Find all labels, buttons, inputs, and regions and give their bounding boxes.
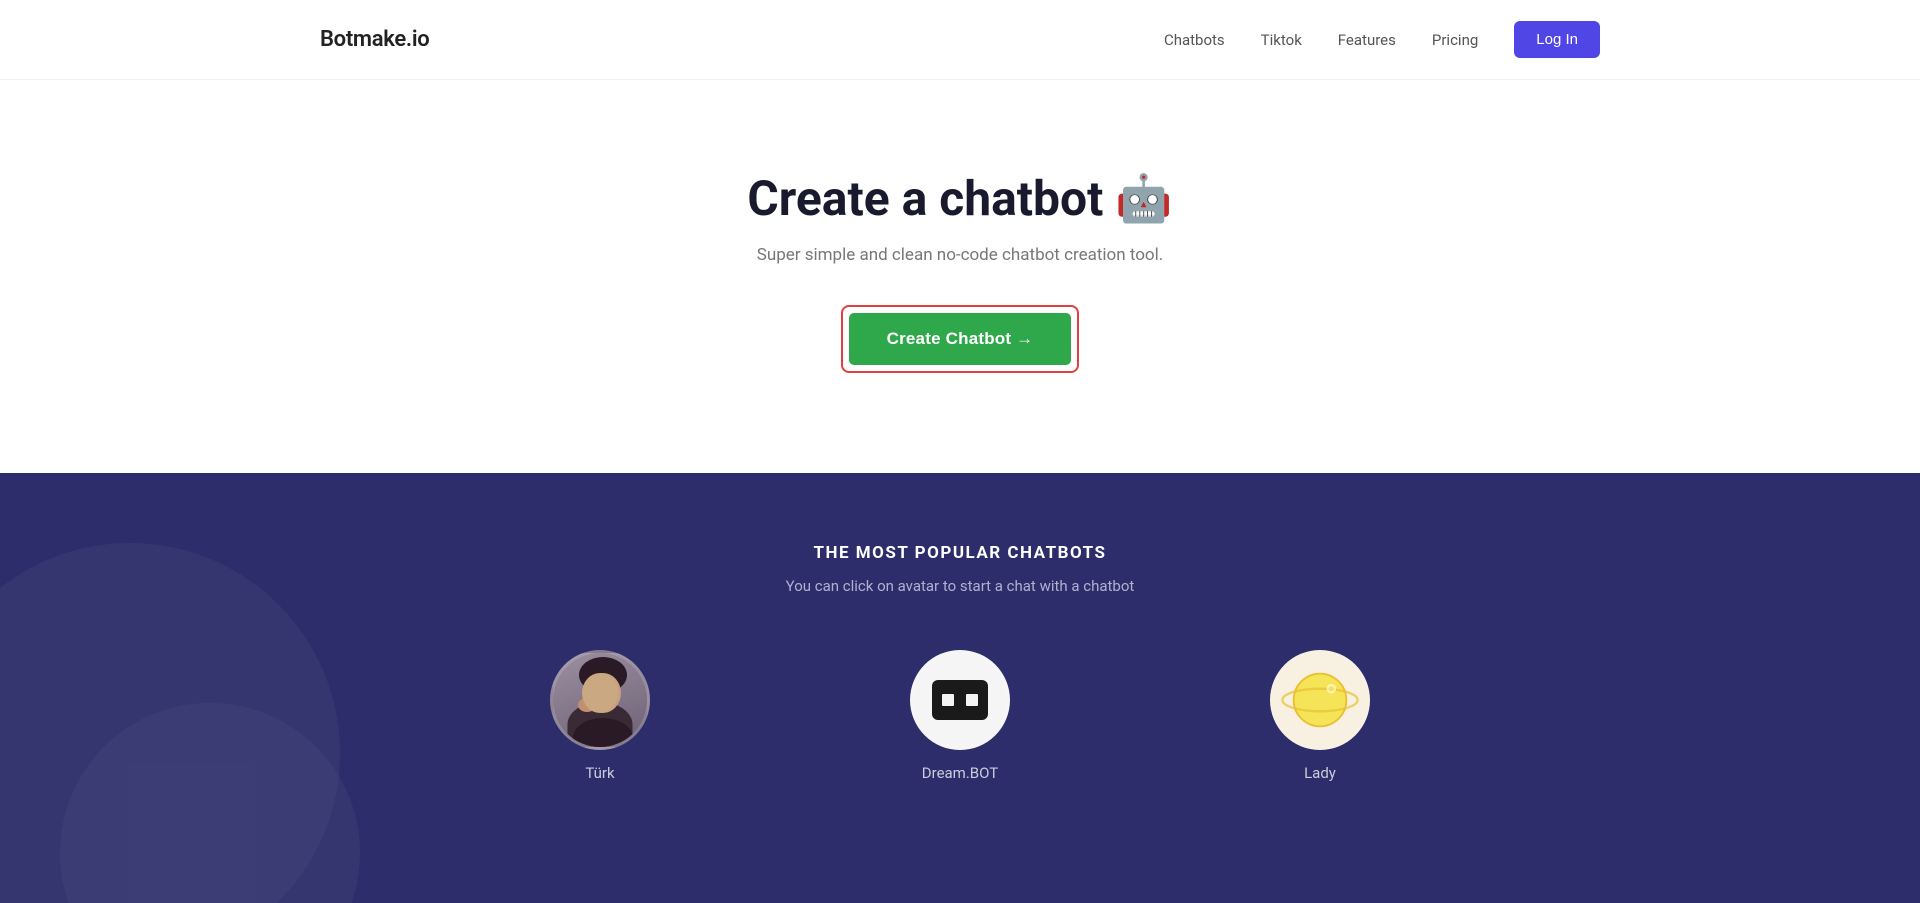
chatbot-dream-name: Dream.BOT xyxy=(922,764,998,782)
login-button[interactable]: Log In xyxy=(1514,21,1600,58)
chatbot-lady[interactable]: Lady xyxy=(1270,650,1370,782)
avatar-dream xyxy=(910,650,1010,750)
cta-button-wrapper: Create Chatbot → xyxy=(841,305,1080,373)
nav-tiktok[interactable]: Tiktok xyxy=(1261,31,1302,49)
lady-avatar-svg xyxy=(1273,650,1367,750)
avatar-turk xyxy=(550,650,650,750)
hero-title: Create a chatbot 🤖 xyxy=(747,170,1172,227)
popular-section: THE MOST POPULAR CHATBOTS You can click … xyxy=(0,473,1920,903)
site-logo[interactable]: Botmake.io xyxy=(320,27,429,52)
create-chatbot-button[interactable]: Create Chatbot → xyxy=(849,313,1072,365)
chatbot-turk-name: Türk xyxy=(585,764,614,782)
nav-pricing[interactable]: Pricing xyxy=(1432,31,1478,49)
site-header: Botmake.io Chatbots Tiktok Features Pric… xyxy=(0,0,1920,80)
dream-eye-right xyxy=(966,694,978,706)
main-nav: Chatbots Tiktok Features Pricing Log In xyxy=(1164,21,1600,58)
chatbot-lady-name: Lady xyxy=(1304,764,1336,782)
hero-subtitle: Super simple and clean no-code chatbot c… xyxy=(757,245,1164,265)
turk-avatar-svg xyxy=(553,653,650,750)
chatbot-dream[interactable]: Dream.BOT xyxy=(910,650,1010,782)
hero-section: Create a chatbot 🤖 Super simple and clea… xyxy=(0,80,1920,473)
popular-section-subtitle: You can click on avatar to start a chat … xyxy=(786,577,1135,595)
chatbot-turk[interactable]: Türk xyxy=(550,650,650,782)
nav-chatbots[interactable]: Chatbots xyxy=(1164,31,1225,49)
chatbots-row: Türk Dream.BOT xyxy=(550,650,1370,782)
robot-emoji: 🤖 xyxy=(1115,172,1172,226)
nav-features[interactable]: Features xyxy=(1338,31,1396,49)
avatar-lady xyxy=(1270,650,1370,750)
dream-face xyxy=(932,680,988,720)
dream-eyes xyxy=(942,694,978,706)
dream-eye-left xyxy=(942,694,954,706)
popular-section-title: THE MOST POPULAR CHATBOTS xyxy=(813,543,1106,563)
